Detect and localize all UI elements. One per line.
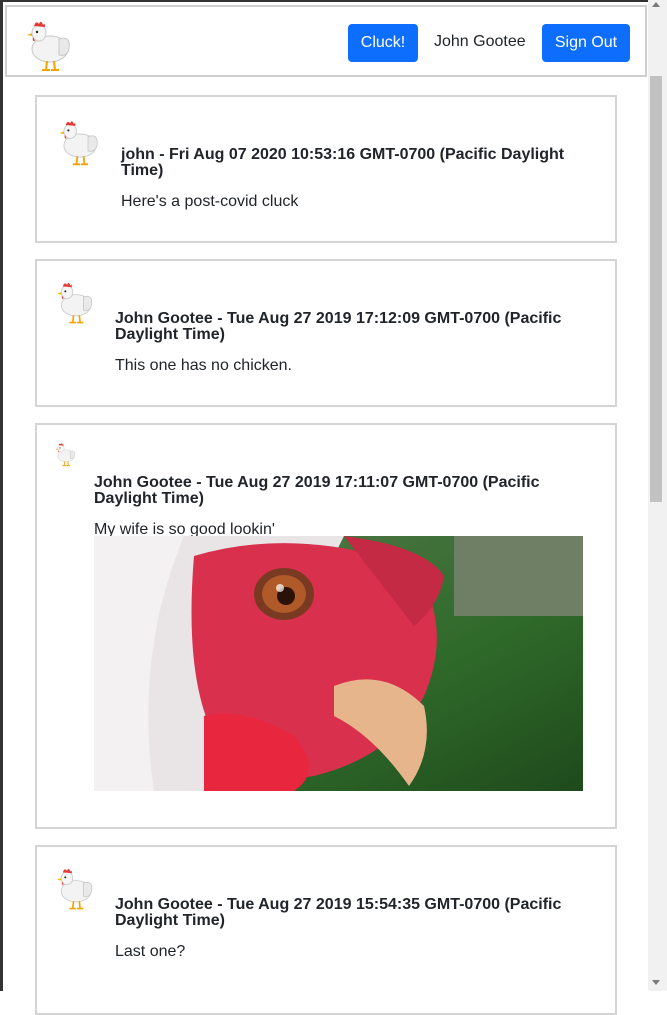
post-meta: john - Fri Aug 07 2020 10:53:16 GMT-0700… [121, 146, 565, 179]
post-meta: John Gootee - Tue Aug 27 2019 15:54:35 G… [115, 896, 562, 929]
cluck-button[interactable]: Cluck! [348, 24, 418, 62]
sign-out-button[interactable]: Sign Out [542, 24, 630, 62]
post-text: Here's a post-covid cluck [121, 193, 299, 210]
scroll-up-arrow-icon[interactable] [652, 2, 660, 7]
post-card: John Gootee - Tue Aug 27 2019 15:54:35 G… [35, 845, 617, 1015]
post-text: This one has no chicken. [115, 357, 292, 374]
post-card: John Gootee - Tue Aug 27 2019 17:12:09 G… [35, 259, 617, 407]
chicken-icon[interactable] [25, 17, 75, 73]
scrollbar-thumb[interactable] [650, 76, 662, 502]
scroll-down-arrow-icon[interactable] [652, 980, 660, 985]
navbar: Cluck! John Gootee Sign Out [5, 5, 647, 77]
post-meta: John Gootee - Tue Aug 27 2019 17:12:09 G… [115, 310, 562, 343]
user-name: John Gootee [434, 33, 526, 50]
post-text: Last one? [115, 943, 186, 960]
chicken-icon [55, 279, 97, 325]
chicken-icon [55, 865, 97, 911]
window-frame-left [0, 0, 3, 991]
post-card: John Gootee - Tue Aug 27 2019 17:11:07 G… [35, 423, 617, 829]
post-card: john - Fri Aug 07 2020 10:53:16 GMT-0700… [35, 95, 617, 243]
window-frame-top [0, 0, 648, 2]
rooster-closeup-photo [94, 536, 583, 791]
post-meta: John Gootee - Tue Aug 27 2019 17:11:07 G… [94, 474, 540, 507]
chicken-icon [57, 117, 103, 167]
chicken-icon [54, 441, 78, 467]
